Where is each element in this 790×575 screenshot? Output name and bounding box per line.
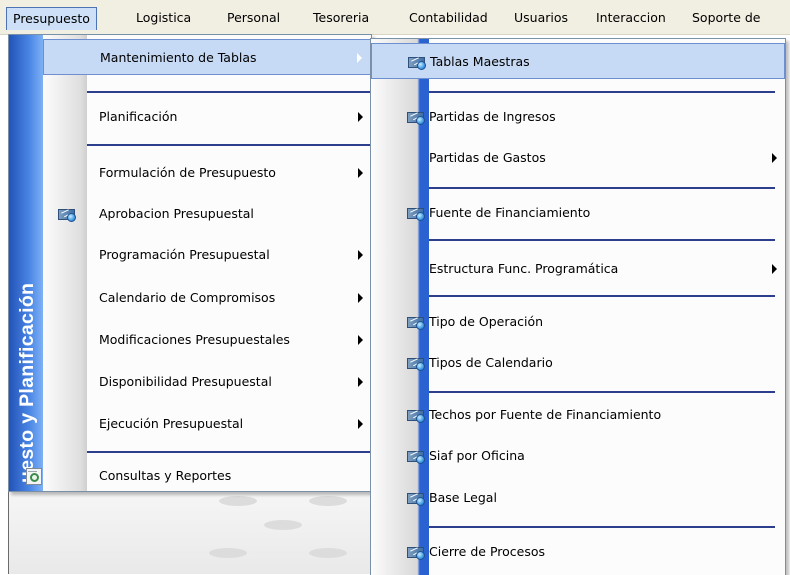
- menu-personal[interactable]: Personal: [221, 9, 286, 29]
- menu-item-label: Formulación de Presupuesto: [99, 165, 276, 180]
- report-search-icon: [25, 468, 43, 485]
- menu-separator: [429, 391, 775, 393]
- menu-usuarios[interactable]: Usuarios: [508, 9, 574, 29]
- menu-item-label: Partidas de Gastos: [429, 150, 546, 165]
- menu-soporte[interactable]: Soporte de: [686, 9, 767, 29]
- menu-item-label: Calendario de Compromisos: [99, 290, 276, 305]
- menu-separator: [429, 187, 775, 189]
- menu-item-cierre-de-procesos[interactable]: Cierre de Procesos: [371, 534, 785, 570]
- menu-item-consultas-y-reportes[interactable]: Consultas y Reportes: [26, 458, 371, 494]
- form-icon: [407, 492, 425, 506]
- form-icon: [407, 450, 425, 464]
- menu-item-label: Planificación: [99, 109, 178, 124]
- menu-separator: [429, 526, 775, 528]
- mantenimiento-de-tablas-submenu: Tablas Maestras Partidas de Ingresos Par…: [370, 38, 786, 575]
- menu-presupuesto[interactable]: Presupuesto: [6, 7, 97, 30]
- menu-item-tipo-de-operacion[interactable]: Tipo de Operación: [371, 304, 785, 340]
- menu-item-label: Fuente de Financiamiento: [429, 205, 591, 220]
- menu-item-label: Aprobacion Presupuestal: [99, 206, 254, 221]
- form-icon: [408, 56, 426, 70]
- menu-item-label: Estructura Func. Programática: [429, 261, 619, 276]
- submenu-arrow-icon: [357, 53, 362, 63]
- menu-item-label: Partidas de Ingresos: [429, 109, 556, 124]
- menu-item-siaf-por-oficina[interactable]: Siaf por Oficina: [371, 438, 785, 474]
- menu-item-techos-por-fuente-de-financiamiento[interactable]: Techos por Fuente de Financiamiento: [371, 397, 785, 433]
- menu-item-label: Programación Presupuestal: [99, 247, 270, 262]
- sidebar-banner-text: uesto y Planificación: [16, 282, 38, 483]
- menu-item-disponibilidad-presupuestal[interactable]: Disponibilidad Presupuestal: [43, 364, 371, 400]
- menu-item-programacion-presupuestal[interactable]: Programación Presupuestal: [43, 237, 371, 273]
- menu-sidebar-banner: uesto y Planificación: [9, 35, 43, 491]
- background-decoration: [309, 548, 347, 558]
- menu-separator: [87, 91, 371, 93]
- menu-bar: Presupuesto Logistica Personal Tesoreria…: [0, 0, 790, 35]
- submenu-arrow-icon: [358, 168, 363, 178]
- menu-item-label: Siaf por Oficina: [429, 448, 525, 463]
- form-icon: [407, 546, 425, 560]
- menu-item-label: Techos por Fuente de Financiamiento: [429, 407, 662, 422]
- menu-item-estructura-func-programatica[interactable]: Estructura Func. Programática: [371, 251, 785, 287]
- menu-item-formulacion-de-presupuesto[interactable]: Formulación de Presupuesto: [43, 155, 371, 191]
- menu-item-partidas-de-gastos[interactable]: Partidas de Gastos: [371, 140, 785, 176]
- form-icon: [407, 207, 425, 221]
- menu-separator: [429, 295, 775, 297]
- background-decoration: [264, 520, 302, 530]
- submenu-arrow-icon: [358, 335, 363, 345]
- background-decoration: [219, 496, 257, 506]
- menu-item-label: Consultas y Reportes: [99, 468, 232, 483]
- menu-item-label: Modificaciones Presupuestales: [99, 332, 290, 347]
- menu-item-label: Tipos de Calendario: [429, 355, 553, 370]
- menu-separator: [87, 451, 371, 453]
- menu-item-fuente-de-financiamiento[interactable]: Fuente de Financiamiento: [371, 195, 785, 231]
- menu-item-planificacion[interactable]: Planificación: [43, 99, 371, 135]
- menu-tesoreria[interactable]: Tesoreria: [307, 9, 375, 29]
- form-icon: [58, 208, 76, 222]
- form-icon: [407, 409, 425, 423]
- submenu-arrow-icon: [358, 250, 363, 260]
- submenu-arrow-icon: [772, 264, 777, 274]
- menu-interaccion[interactable]: Interaccion: [590, 9, 672, 29]
- menu-contabilidad[interactable]: Contabilidad: [403, 9, 494, 29]
- menu-item-label: Ejecución Presupuestal: [99, 416, 244, 431]
- menu-item-aprobacion-presupuestal[interactable]: Aprobacion Presupuestal: [43, 196, 371, 232]
- menu-item-partidas-de-ingresos[interactable]: Partidas de Ingresos: [371, 99, 785, 135]
- menu-item-ejecucion-presupuestal[interactable]: Ejecución Presupuestal: [43, 406, 371, 442]
- background-decoration: [209, 548, 247, 558]
- presupuesto-dropdown-menu: uesto y Planificación Mantenimiento de T…: [8, 34, 372, 492]
- menu-item-label: Tipo de Operación: [429, 314, 544, 329]
- menu-item-label: Cierre de Procesos: [429, 544, 546, 559]
- form-icon: [407, 316, 425, 330]
- menu-item-modificaciones-presupuestales[interactable]: Modificaciones Presupuestales: [43, 322, 371, 358]
- form-icon: [407, 357, 425, 371]
- menu-item-label: Base Legal: [429, 490, 497, 505]
- submenu-arrow-icon: [358, 419, 363, 429]
- menu-separator: [87, 144, 371, 146]
- menu-item-tablas-maestras[interactable]: Tablas Maestras: [371, 43, 785, 79]
- submenu-arrow-icon: [772, 153, 777, 163]
- background-decoration: [309, 496, 347, 506]
- menu-item-base-legal[interactable]: Base Legal: [371, 480, 785, 516]
- menu-separator: [429, 239, 775, 241]
- menu-logistica[interactable]: Logistica: [130, 9, 197, 29]
- menu-item-label: Disponibilidad Presupuestal: [99, 374, 272, 389]
- menu-item-tipos-de-calendario[interactable]: Tipos de Calendario: [371, 345, 785, 381]
- submenu-arrow-icon: [358, 112, 363, 122]
- submenu-arrow-icon: [358, 377, 363, 387]
- menu-item-label: Tablas Maestras: [430, 54, 530, 69]
- menu-item-mantenimiento-de-tablas[interactable]: Mantenimiento de Tablas: [43, 39, 371, 75]
- background-panel: [8, 490, 371, 574]
- form-icon: [407, 111, 425, 125]
- menu-separator: [429, 91, 775, 93]
- submenu-arrow-icon: [358, 293, 363, 303]
- menu-item-calendario-de-compromisos[interactable]: Calendario de Compromisos: [43, 280, 371, 316]
- menu-item-label: Mantenimiento de Tablas: [100, 50, 257, 65]
